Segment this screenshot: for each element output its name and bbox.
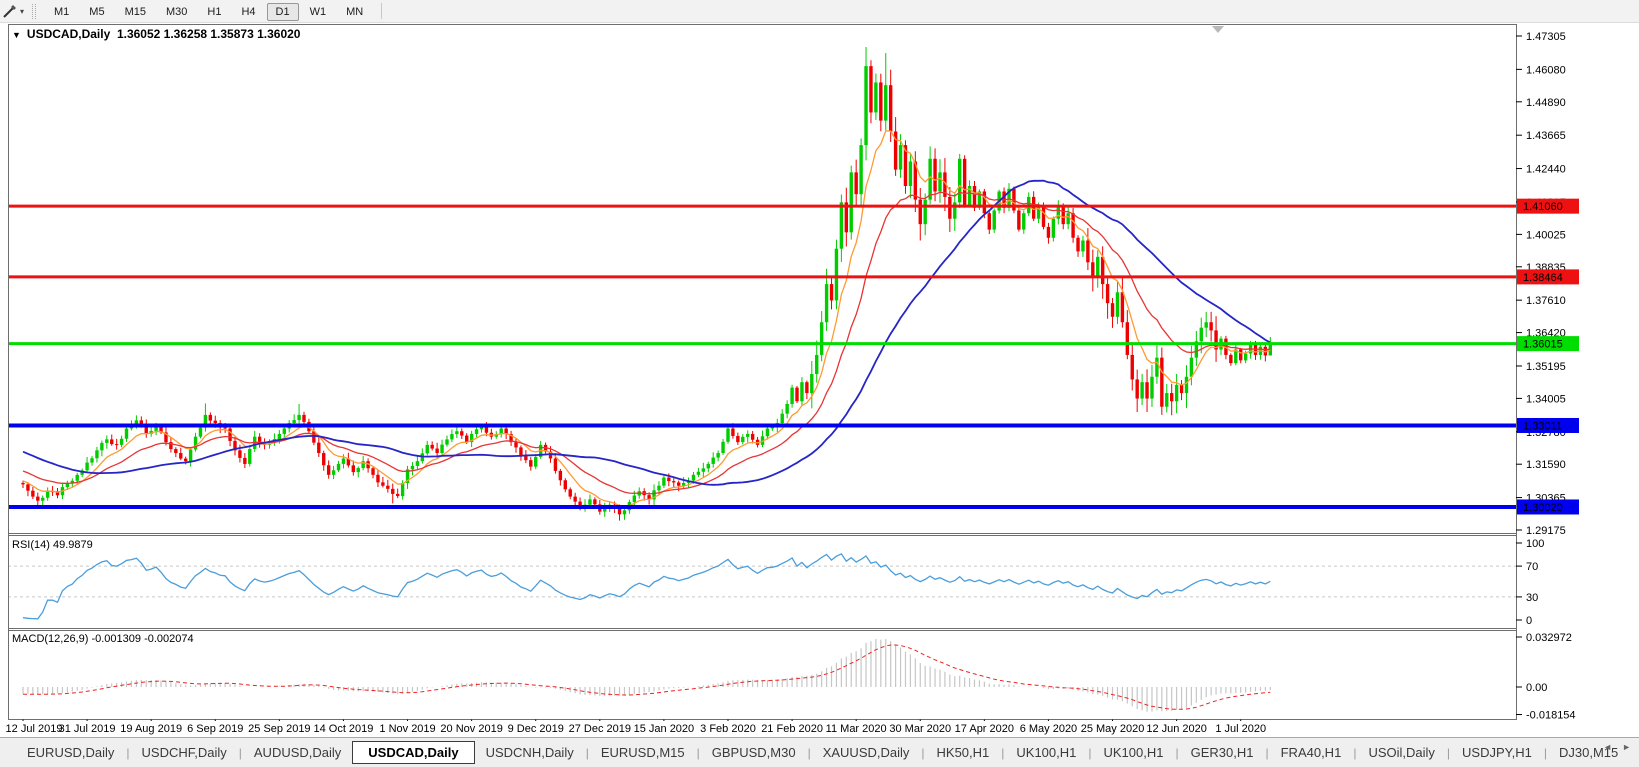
timeframe-button-W1[interactable]: W1 <box>301 3 336 21</box>
rsi-axis-tick: 100 <box>1526 538 1544 550</box>
chart-tab-HK50-H1[interactable]: HK50,H1 <box>926 742 1001 763</box>
chart-title: ▼ USDCAD,Daily 1.36052 1.36258 1.35873 1.… <box>12 27 300 41</box>
time-axis-label: 11 Mar 2020 <box>825 723 887 735</box>
price-axis-tick: 1.35195 <box>1526 361 1566 373</box>
time-axis-label: 1 Jul 2020 <box>1215 723 1267 735</box>
price-line-label: 1.41060 <box>1523 201 1563 213</box>
time-axis-label: 31 Jul 2019 <box>58 723 116 735</box>
price-axis-tick: 1.46080 <box>1526 64 1566 76</box>
chart-tab-USDCNH-Daily[interactable]: USDCNH,Daily <box>475 742 585 763</box>
timeframe-button-M30[interactable]: M30 <box>157 3 196 21</box>
price-axis-tick: 1.37610 <box>1526 295 1566 307</box>
price-axis-tick: 1.43665 <box>1526 130 1566 142</box>
price-axis-tick: 1.47305 <box>1526 31 1566 43</box>
chart-canvas[interactable]: 1.473051.460801.448901.436651.424401.412… <box>0 24 1639 721</box>
chart-tab-USDCHF-Daily[interactable]: USDCHF,Daily <box>131 742 238 763</box>
chart-tab-USDCAD-Daily[interactable]: USDCAD,Daily <box>352 741 475 764</box>
toolbar-grip[interactable] <box>32 3 37 19</box>
time-axis-label: 6 Sep 2019 <box>187 723 244 735</box>
timeframe-button-MN[interactable]: MN <box>337 3 372 21</box>
chart-tabs: EURUSD,Daily | USDCHF,Daily | AUDUSD,Daily US… <box>0 737 1639 767</box>
chart-tab-AUDUSD-Daily[interactable]: AUDUSD,Daily <box>243 742 352 763</box>
chart-background <box>0 24 1639 721</box>
chart-title-symbol: USDCAD,Daily <box>26 27 111 41</box>
timeframe-button-H1[interactable]: H1 <box>198 3 230 21</box>
time-axis-label: 30 Mar 2020 <box>889 723 952 735</box>
timeframe-button-M1[interactable]: M1 <box>45 3 78 21</box>
price-axis-tick: 1.29175 <box>1526 525 1566 537</box>
rsi-axis-tick: 0 <box>1526 615 1532 627</box>
chart-tab-GER30-H1[interactable]: GER30,H1 <box>1180 742 1265 763</box>
time-axis-label: 27 Dec 2019 <box>568 723 631 735</box>
time-axis-label: 21 Feb 2020 <box>761 723 823 735</box>
macd-axis-tick: 0.032972 <box>1526 632 1572 644</box>
price-axis-tick: 1.34005 <box>1526 393 1566 405</box>
price-line-label: 1.30020 <box>1523 502 1563 514</box>
chart-tab-EURUSD-M15[interactable]: EURUSD,M15 <box>590 742 696 763</box>
rsi-axis-tick: 30 <box>1526 592 1538 604</box>
price-axis-tick: 1.44890 <box>1526 97 1566 109</box>
chart-tab-UK100-H1[interactable]: UK100,H1 <box>1005 742 1087 763</box>
chart-tab-GBPUSD-M30[interactable]: GBPUSD,M30 <box>701 742 807 763</box>
toolbar-separator <box>381 3 383 19</box>
macd-axis-tick: 0.00 <box>1526 682 1547 694</box>
time-axis-label: 12 Jul 2019 <box>5 723 63 735</box>
time-axis-label: 20 Nov 2019 <box>440 723 503 735</box>
rsi-label: RSI(14) 49.9879 <box>12 539 93 551</box>
price-line-label: 1.38464 <box>1523 272 1563 284</box>
price-axis-tick: 1.31590 <box>1526 459 1566 471</box>
time-axis-label: 17 Apr 2020 <box>954 723 1015 735</box>
time-axis-label: 9 Dec 2019 <box>507 723 564 735</box>
price-axis-tick: 1.42440 <box>1526 164 1566 176</box>
tab-scroll-left-button[interactable]: ◄ <box>1603 742 1612 752</box>
price-axis-tick: 1.40025 <box>1526 229 1566 241</box>
price-line-label: 1.36015 <box>1523 339 1563 351</box>
time-axis-label: 3 Feb 2020 <box>700 723 756 735</box>
draw-tool-dropdown-icon[interactable]: ▾ <box>20 7 24 16</box>
chart-menu-caret-icon[interactable]: ▼ <box>12 30 21 40</box>
chart-tab-EURUSD-Daily[interactable]: EURUSD,Daily <box>16 742 125 763</box>
chart-tab-UK100-H1[interactable]: UK100,H1 <box>1093 742 1175 763</box>
draw-tool-icon[interactable] <box>2 3 18 19</box>
time-axis-label: 19 Aug 2019 <box>120 723 183 735</box>
macd-label: MACD(12,26,9) -0.001309 -0.002074 <box>12 633 194 645</box>
macd-axis-tick: -0.018154 <box>1526 710 1576 721</box>
rsi-axis-tick: 70 <box>1526 561 1538 573</box>
tab-scroll-right-button[interactable]: ► <box>1622 742 1631 752</box>
chart-title-ohlc: 1.36052 1.36258 1.35873 1.36020 <box>116 27 301 41</box>
time-axis-label: 12 Jun 2020 <box>1146 723 1207 735</box>
time-axis-label: 25 Sep 2019 <box>248 723 311 735</box>
timeframe-button-H4[interactable]: H4 <box>232 3 264 21</box>
chart-tab-USDJPY-H1[interactable]: USDJPY,H1 <box>1451 742 1543 763</box>
timeframe-buttons: M1 M5 M15 M30 H1 H4 D1 W1 MN <box>44 2 373 21</box>
chart-tab-USOil-Daily[interactable]: USOil,Daily <box>1357 742 1445 763</box>
timeframe-button-M5[interactable]: M5 <box>80 3 113 21</box>
chart-tab-XAUUSD-Daily[interactable]: XAUUSD,Daily <box>812 742 921 763</box>
time-axis-label: 25 May 2020 <box>1080 723 1145 735</box>
timeframe-button-M15[interactable]: M15 <box>116 3 155 21</box>
time-axis-label: 1 Nov 2019 <box>379 723 436 735</box>
chart-tab-FRA40-H1[interactable]: FRA40,H1 <box>1270 742 1353 763</box>
time-axis: 12 Jul 2019 31 Jul 2019 19 Aug 2019 6 Sep 2… <box>0 721 1639 737</box>
timeframe-button-D1[interactable]: D1 <box>266 3 299 21</box>
time-axis-label: 6 May 2020 <box>1019 723 1078 735</box>
price-line-label: 1.33011 <box>1523 420 1562 432</box>
top-toolbar: ▾ M1 M5 M15 M30 H1 H4 D1 W1 MN <box>0 0 1639 23</box>
time-axis-label: 14 Oct 2019 <box>313 723 374 735</box>
time-axis-label: 15 Jan 2020 <box>633 723 695 735</box>
